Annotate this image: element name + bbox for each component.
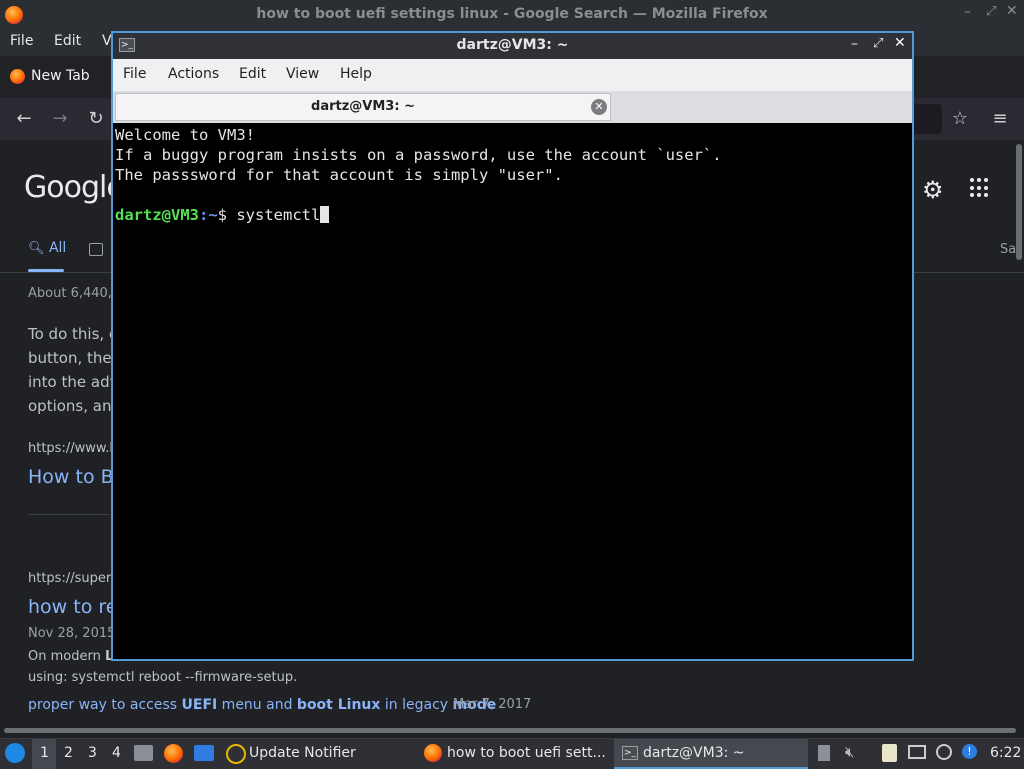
result-snippet-line2: using: systemctl reboot --firmware-setup… [28,670,298,685]
bookmark-star-icon[interactable]: ☆ [946,105,974,133]
restore-icon[interactable]: ⤢ [986,4,996,19]
tab-all[interactable]: 🔍︎ All [28,240,66,272]
tab-right-label[interactable]: Sa [1000,242,1016,257]
snippet-text: On modern [28,649,105,664]
google-logo[interactable]: Google [24,170,125,205]
terminal-menubar: File Actions Edit View Help [113,59,912,91]
typed-command: systemctl [236,206,321,224]
terminal-tabbar: dartz@VM3: ~ ✕ [113,91,912,123]
update-notifier-label: Update Notifier [249,745,356,761]
cursor-block [320,206,330,223]
terminal-output[interactable]: Welcome to VM3! If a buggy program insis… [113,123,912,659]
firefox-window-title: how to boot uefi settings linux - Google… [256,6,768,22]
terminal-titlebar[interactable]: >_ dartz@VM3: ~ – ⤢ ✕ [113,33,912,59]
snippet-line: To do this, c [28,325,118,343]
update-notifier-icon [226,744,246,764]
menu-view[interactable]: View [286,66,319,82]
volume-muted-icon[interactable]: 🔇︎ [845,743,854,761]
firefox-icon [10,69,25,84]
back-icon[interactable]: ← [10,105,38,133]
terminal-window[interactable]: >_ dartz@VM3: ~ – ⤢ ✕ File Actions Edit … [111,31,914,661]
result-divider [28,514,110,515]
terminal-line: If a buggy program insists on a password… [115,146,722,164]
result-url[interactable]: https://superu [28,571,119,586]
firefox-task-label: how to boot uefi sett... [447,745,606,761]
clock[interactable]: 6:22 [990,745,1021,761]
result-title[interactable]: how to re [28,596,117,618]
display-icon[interactable] [908,745,926,759]
terminal-task[interactable]: >_ dartz@VM3: ~ [614,739,808,769]
terminal-prompt-line: dartz@VM3:~$ systemctl [115,205,330,225]
prompt-user: dartz@VM3 [115,206,199,224]
video-icon[interactable] [89,243,103,256]
tab-close-icon[interactable]: ✕ [591,99,607,115]
related-date: Mar 7, 2017 [453,697,532,712]
menu-edit[interactable]: Edit [54,33,81,49]
firefox-task[interactable]: how to boot uefi sett... [418,739,612,769]
menu-edit[interactable]: Edit [239,66,266,82]
workspace-4[interactable]: 4 [112,745,121,761]
firefox-icon [424,744,442,762]
menu-file[interactable]: File [10,33,33,49]
start-menu-icon[interactable] [5,743,25,763]
maximize-icon[interactable]: ⤢ [873,36,883,51]
terminal-line: Welcome to VM3! [115,126,255,144]
reload-icon[interactable]: ↻ [82,105,110,133]
firefox-launcher-icon[interactable] [164,744,183,763]
related-bold: UEFI [181,697,218,713]
result-count: About 6,440, [28,286,112,301]
taskbar: 1 2 3 4 Update Notifier how to boot uefi… [0,738,1024,769]
snippet-line: button, then [28,349,122,367]
forward-icon[interactable]: → [46,105,74,133]
menu-actions[interactable]: Actions [168,66,219,82]
network-icon[interactable] [936,744,952,760]
desktop-icon[interactable] [194,745,214,761]
apps-grid-icon[interactable] [970,178,990,198]
result-snippet: On modern L [28,649,113,664]
snippet-line: into the adv [28,373,119,391]
menu-help[interactable]: Help [340,66,372,82]
related-bold: boot Linux [296,697,381,713]
update-notifier-task[interactable]: Update Notifier [222,739,412,769]
clipboard-icon[interactable] [882,744,897,762]
file-manager-icon[interactable] [134,745,153,761]
result-url[interactable]: https://www.h [28,441,118,456]
snippet-line: options, and [28,397,122,415]
close-icon[interactable]: ✕ [1006,3,1018,19]
prompt-path: :~ [199,206,218,224]
minimize-icon[interactable]: – [964,4,971,20]
minimize-icon[interactable]: – [851,36,858,52]
workspace-2[interactable]: 2 [64,745,73,761]
terminal-icon: >_ [622,746,638,760]
terminal-task-label: dartz@VM3: ~ [643,745,745,761]
related-text: menu and [217,697,297,713]
result-date: Nov 28, 2015 [28,626,116,641]
terminal-line: The passsword for that account is simply… [115,166,563,184]
search-icon: 🔍︎ [28,241,45,256]
related-text: proper way to access [28,697,182,713]
notification-icon[interactable]: ! [962,744,977,759]
close-icon[interactable]: ✕ [894,35,906,51]
firefox-tab-new[interactable]: New Tab [0,60,110,94]
related-text: in legacy [380,697,453,713]
workspace-3[interactable]: 3 [88,745,97,761]
firefox-titlebar: how to boot uefi settings linux - Google… [0,0,1024,30]
terminal-tab-label: dartz@VM3: ~ [311,99,415,114]
horizontal-scrollbar[interactable] [4,728,1016,733]
url-bar[interactable] [914,104,942,134]
tab-all-label: All [48,240,67,256]
vertical-scrollbar[interactable] [1016,144,1022,260]
trash-icon[interactable] [818,745,830,761]
tab-label: New Tab [31,68,90,84]
prompt-symbol: $ [217,206,237,224]
terminal-tab[interactable]: dartz@VM3: ~ ✕ [115,93,611,121]
settings-gear-icon[interactable]: ⚙ [922,176,944,204]
menu-hamburger-icon[interactable]: ≡ [986,105,1014,133]
terminal-window-title: dartz@VM3: ~ [456,37,569,53]
workspace-1-label: 1 [40,745,49,761]
related-result-link[interactable]: proper way to access UEFI menu and boot … [28,697,496,713]
menu-file[interactable]: File [123,66,146,82]
